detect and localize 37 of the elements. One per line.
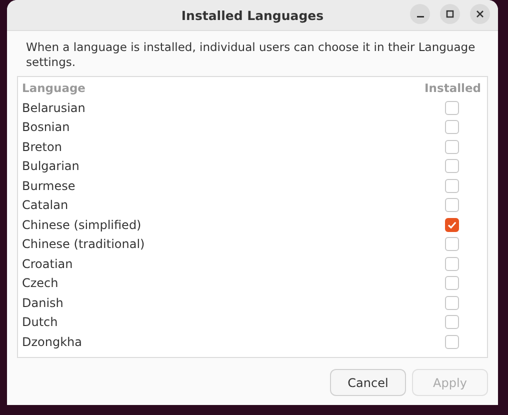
installed-checkbox[interactable] bbox=[445, 198, 459, 212]
language-name: Catalan bbox=[22, 198, 68, 212]
installed-checkbox[interactable] bbox=[445, 256, 459, 271]
language-name: Dutch bbox=[22, 315, 58, 330]
language-name: Burmese bbox=[22, 178, 76, 193]
language-name: Chinese (traditional) bbox=[22, 237, 145, 252]
language-name: Dzongkha bbox=[22, 334, 82, 349]
language-name: Croatian bbox=[22, 256, 73, 271]
language-name: Chinese (simplified) bbox=[22, 218, 142, 232]
column-header[interactable]: Installed bbox=[424, 81, 481, 95]
close-icon bbox=[475, 9, 485, 19]
language-name: Danish bbox=[22, 296, 64, 310]
installed-checkbox[interactable] bbox=[445, 334, 459, 349]
close-button[interactable] bbox=[470, 4, 490, 24]
installed-checkbox[interactable] bbox=[445, 100, 459, 115]
installed-checkbox[interactable] bbox=[445, 140, 459, 154]
language-name: Breton bbox=[22, 140, 62, 154]
language-name: Czech bbox=[22, 276, 58, 290]
minimize-button[interactable] bbox=[410, 4, 430, 24]
installed-checkbox[interactable] bbox=[445, 315, 459, 330]
minimize-icon bbox=[416, 16, 424, 18]
installed-checkbox[interactable] bbox=[445, 296, 459, 310]
dialog-button[interactable]: Cancel bbox=[330, 369, 406, 396]
installed-checkbox[interactable] bbox=[445, 218, 459, 232]
installed-checkbox[interactable] bbox=[445, 120, 459, 134]
maximize-button[interactable] bbox=[440, 4, 460, 24]
language-name: Bosnian bbox=[22, 120, 70, 134]
maximize-icon bbox=[445, 9, 455, 19]
language-name: Bulgarian bbox=[22, 159, 80, 174]
language-name: Belarusian bbox=[22, 100, 86, 115]
installed-checkbox[interactable] bbox=[445, 178, 459, 193]
column-header[interactable]: Language bbox=[22, 81, 86, 95]
window-title: Installed Languages bbox=[181, 8, 324, 22]
description-text: When a language is installed, individual users can choose it in their Language settings. bbox=[26, 40, 476, 70]
installed-checkbox[interactable] bbox=[445, 276, 459, 290]
installed-checkbox[interactable] bbox=[445, 237, 459, 252]
installed-checkbox[interactable] bbox=[445, 159, 459, 174]
